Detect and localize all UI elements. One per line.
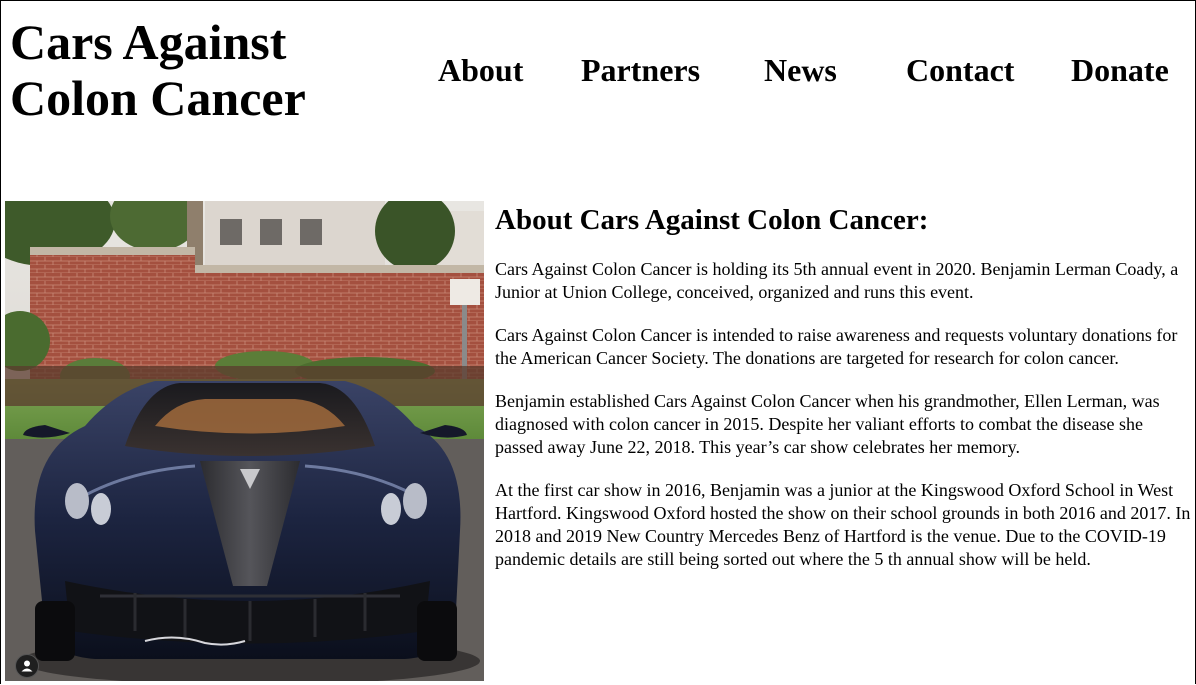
nav-item-news[interactable]: News	[764, 52, 837, 88]
about-paragraph-4: At the first car show in 2016, Benjamin …	[495, 480, 1191, 569]
about-paragraph-1: Cars Against Colon Cancer is holding its…	[495, 259, 1179, 302]
nav-item-donate[interactable]: Donate	[1071, 52, 1169, 88]
about-paragraph-3: Benjamin established Cars Against Colon …	[495, 391, 1160, 457]
nav-item-contact[interactable]: Contact	[906, 52, 1014, 88]
person-icon[interactable]	[15, 654, 39, 678]
about-heading: About Cars Against Colon Cancer:	[495, 204, 929, 236]
about-section: About Cars Against Colon Cancer: Cars Ag…	[495, 202, 1193, 591]
site-title-line-2: Colon Cancer	[10, 70, 306, 126]
hero-car-photo	[5, 201, 484, 681]
about-paragraph-2: Cars Against Colon Cancer is intended to…	[495, 325, 1178, 368]
site-title[interactable]: Cars Against Colon Cancer	[10, 14, 350, 126]
car-photo-illustration	[5, 201, 484, 681]
site-title-line-1: Cars Against	[10, 14, 287, 70]
nav-item-about[interactable]: About	[438, 52, 523, 88]
nav-item-partners[interactable]: Partners	[581, 52, 700, 88]
